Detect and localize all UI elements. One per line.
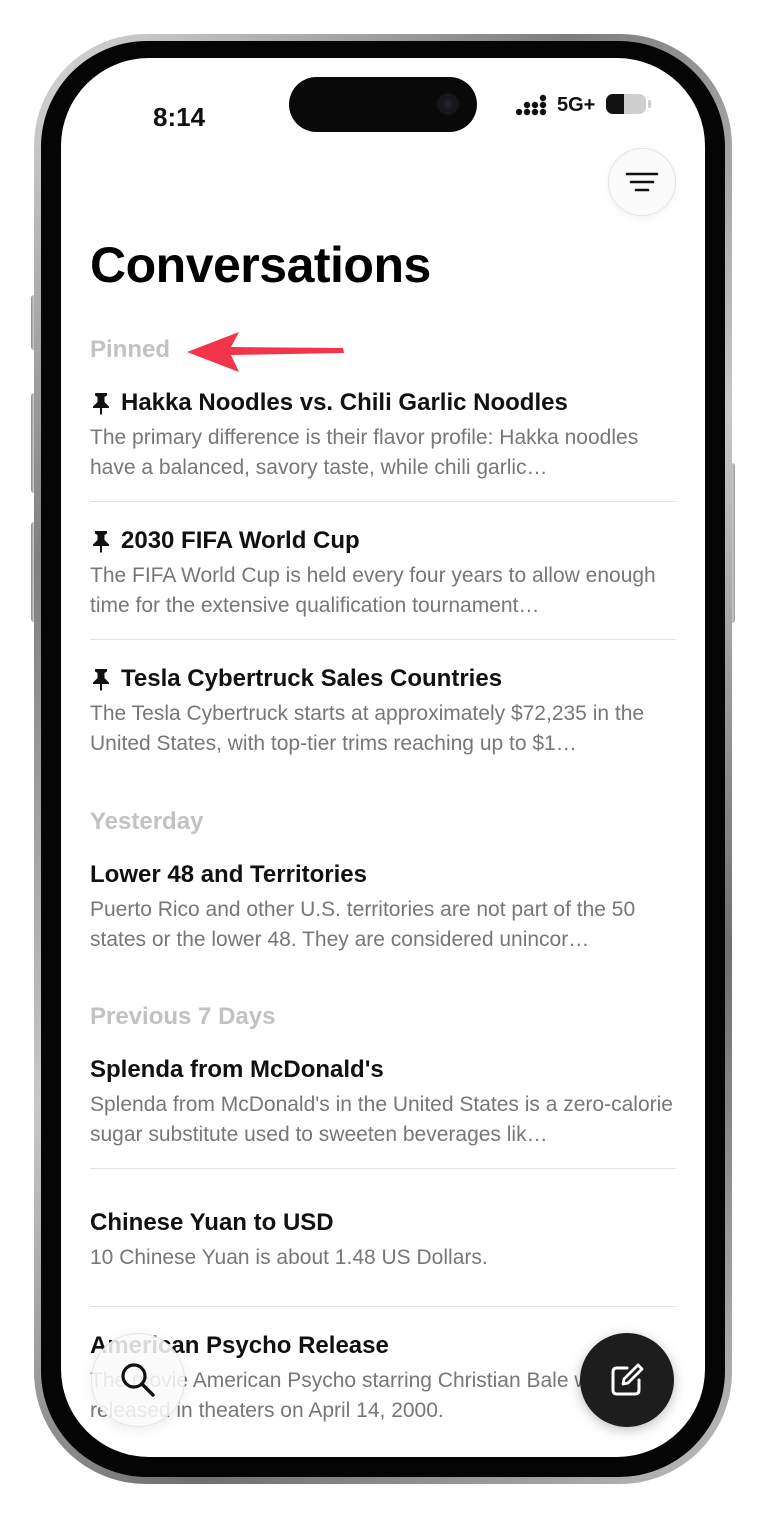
section-header-pinned: Pinned <box>90 336 171 363</box>
conversation-title-text: Tesla Cybertruck Sales Countries <box>121 665 503 692</box>
pin-icon <box>93 393 109 415</box>
conversation-title: Chinese Yuan to USD <box>90 1209 334 1236</box>
compose-button[interactable] <box>580 1333 674 1427</box>
divider <box>90 639 676 640</box>
search-icon <box>121 1363 155 1397</box>
divider <box>90 1306 676 1307</box>
conversation-title-text: Hakka Noodles vs. Chili Garlic Noodles <box>121 389 568 416</box>
status-time: 8:14 <box>153 102 206 132</box>
section-header-previous-7-days: Previous 7 Days <box>90 1003 276 1030</box>
conversation-title: Splenda from McDonald's <box>90 1056 384 1083</box>
front-camera <box>437 93 459 115</box>
divider <box>90 1168 676 1169</box>
page-title: Conversations <box>90 237 431 293</box>
battery-tip <box>648 100 651 108</box>
network-label: 5G+ <box>557 94 596 116</box>
menu-button[interactable] <box>608 148 676 216</box>
conversation-item[interactable]: Chinese Yuan to USD 10 Chinese Yuan is a… <box>90 1208 676 1303</box>
conversation-title-text: 2030 FIFA World Cup <box>121 527 360 554</box>
conversation-title: 2030 FIFA World Cup <box>90 526 676 556</box>
pin-icon <box>93 531 109 553</box>
conversation-item[interactable]: Lower 48 and Territories Puerto Rico and… <box>90 860 676 955</box>
conversation-preview: The Tesla Cybertruck starts at approxima… <box>90 702 645 755</box>
conversation-preview: Splenda from McDonald's in the United St… <box>90 1093 673 1146</box>
dynamic-island <box>289 77 477 132</box>
conversation-item[interactable]: Splenda from McDonald's Splenda from McD… <box>90 1055 676 1150</box>
conversation-preview: Puerto Rico and other U.S. territories a… <box>90 898 636 951</box>
battery-icon <box>606 94 646 114</box>
conversation-title: Lower 48 and Territories <box>90 861 367 888</box>
search-button[interactable] <box>91 1333 185 1427</box>
battery-level <box>606 94 624 114</box>
conversation-preview: The FIFA World Cup is held every four ye… <box>90 564 656 617</box>
conversation-title: Hakka Noodles vs. Chili Garlic Noodles <box>90 388 676 418</box>
signal-icon <box>515 94 547 116</box>
conversation-preview: The primary difference is their flavor p… <box>90 426 639 479</box>
pin-icon <box>93 669 109 691</box>
conversation-preview: 10 Chinese Yuan is about 1.48 US Dollars… <box>90 1246 488 1269</box>
section-header-yesterday: Yesterday <box>90 808 204 835</box>
annotation-arrow-icon <box>187 332 344 372</box>
conversation-item[interactable]: Tesla Cybertruck Sales Countries The Tes… <box>90 664 676 759</box>
divider <box>90 501 676 502</box>
lines-menu-icon <box>625 172 659 192</box>
phone-screen: 8:14 5G+ Conversations Pinned Hakka Nood… <box>61 58 705 1457</box>
conversation-item[interactable]: 2030 FIFA World Cup The FIFA World Cup i… <box>90 526 676 621</box>
conversation-title: Tesla Cybertruck Sales Countries <box>90 664 676 694</box>
compose-icon <box>611 1363 644 1396</box>
conversation-item[interactable]: Hakka Noodles vs. Chili Garlic Noodles T… <box>90 388 676 483</box>
